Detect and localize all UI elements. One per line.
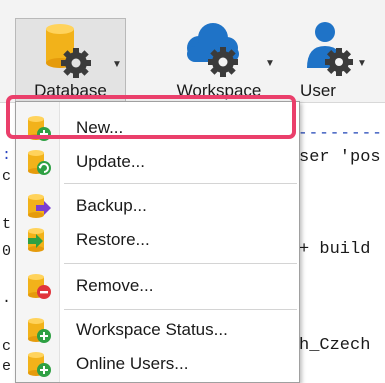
chevron-down-icon[interactable]: ▼ bbox=[357, 58, 367, 69]
code-fragment: c bbox=[2, 168, 12, 185]
database-ribbon-button[interactable]: ▼ Database bbox=[15, 18, 126, 103]
menu-separator bbox=[64, 183, 297, 184]
menu-item-label: Remove... bbox=[76, 276, 154, 295]
code-line: ser 'pos bbox=[299, 148, 381, 167]
user-gear-icon bbox=[307, 22, 353, 76]
menu-item-backup[interactable]: Backup... bbox=[16, 189, 299, 223]
code-fragment: 0 bbox=[2, 243, 12, 260]
menu-separator bbox=[64, 309, 297, 310]
code-fragment: c bbox=[2, 338, 12, 355]
chevron-down-icon[interactable]: ▼ bbox=[112, 59, 122, 70]
menu-item-label: Backup... bbox=[76, 196, 147, 215]
database-dropdown-menu: New... Update... Backup... Restore... Re… bbox=[15, 101, 300, 383]
code-fragment: . bbox=[2, 290, 12, 307]
menu-item-label: Restore... bbox=[76, 230, 150, 249]
menu-item-restore[interactable]: Restore... bbox=[16, 223, 299, 257]
online-users-icon bbox=[28, 352, 51, 377]
menu-item-remove[interactable]: Remove... bbox=[16, 269, 299, 303]
code-fragment: e bbox=[2, 358, 12, 375]
workspace-ribbon-button[interactable]: ▼ Workspace bbox=[153, 18, 285, 103]
workspace-status-icon bbox=[28, 318, 51, 343]
database-update-icon bbox=[28, 150, 51, 175]
database-backup-icon bbox=[28, 194, 51, 218]
ribbon-toolbar: ▼ Database ▼ Workspace ▼ User bbox=[0, 0, 385, 103]
cloud-gear-icon bbox=[187, 23, 239, 77]
code-fragment: : bbox=[2, 147, 12, 164]
menu-item-workspace-status[interactable]: Workspace Status... bbox=[16, 313, 299, 347]
menu-item-label: Update... bbox=[76, 152, 145, 171]
menu-item-update[interactable]: Update... bbox=[16, 145, 299, 179]
menu-item-online-users[interactable]: Online Users... bbox=[16, 347, 299, 381]
menu-item-label: Workspace Status... bbox=[76, 320, 228, 339]
database-restore-icon bbox=[28, 228, 44, 252]
user-ribbon-button[interactable]: ▼ User bbox=[295, 18, 385, 103]
code-line: + build bbox=[299, 240, 371, 259]
database-gear-icon bbox=[46, 24, 91, 78]
database-remove-icon bbox=[28, 274, 51, 299]
code-fragment: t bbox=[2, 216, 12, 233]
menu-item-label: Online Users... bbox=[76, 354, 189, 373]
comment-divider: --------- bbox=[298, 124, 385, 142]
chevron-down-icon[interactable]: ▼ bbox=[265, 58, 275, 69]
code-line: h_Czech bbox=[299, 336, 371, 355]
menu-separator bbox=[64, 263, 297, 264]
highlight-box bbox=[6, 95, 296, 139]
